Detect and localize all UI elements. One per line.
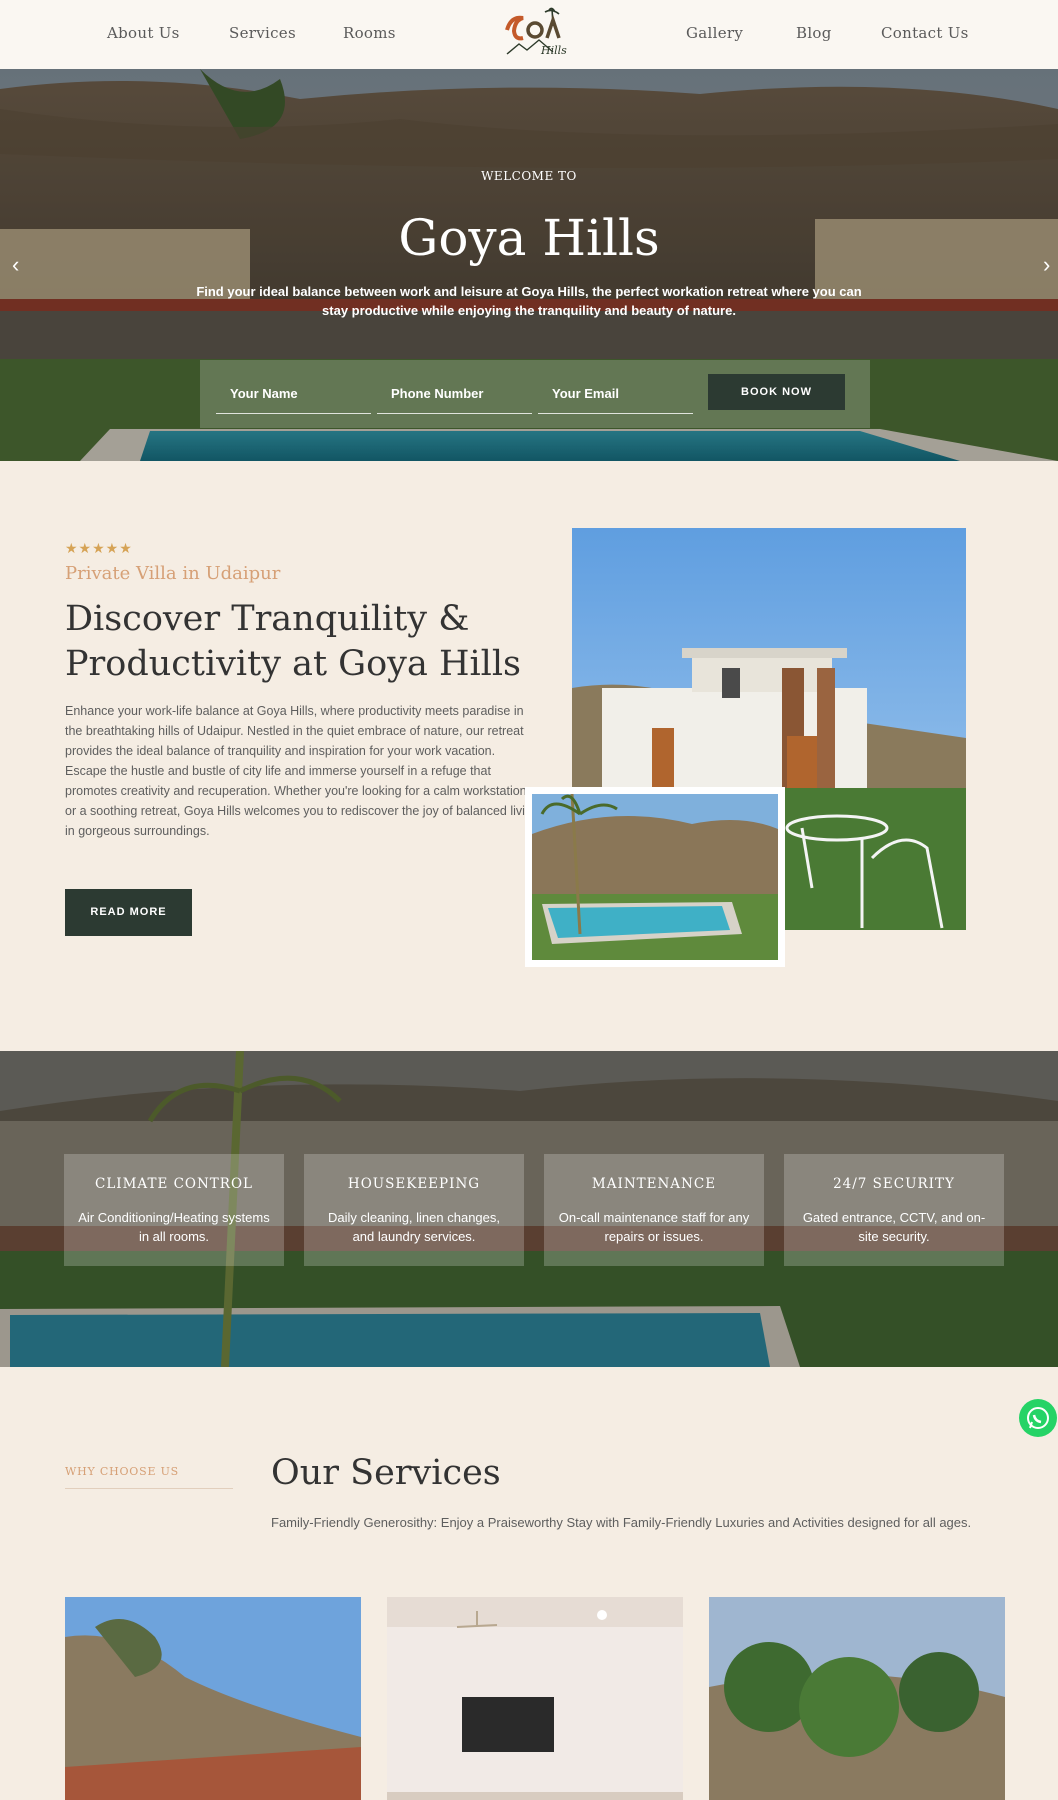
service-card-image[interactable] [65, 1597, 361, 1800]
divider [65, 1488, 233, 1489]
nav-about-us[interactable]: About Us [107, 24, 180, 42]
amenity-description: Gated entrance, CCTV, and on-site securi… [802, 1210, 986, 1244]
chevron-left-icon[interactable]: ‹ [12, 252, 19, 278]
book-now-button[interactable]: BOOK NOW [708, 374, 845, 410]
about-body: Enhance your work-life balance at Goya H… [65, 704, 539, 838]
site-logo[interactable]: Hills [497, 4, 581, 66]
service-card-image[interactable] [387, 1597, 683, 1800]
amenity-title: HOUSEKEEPING [347, 1176, 481, 1192]
nav-blog[interactable]: Blog [796, 24, 832, 42]
logo-graphic: Hills [505, 7, 567, 57]
hero-lead-text: Find your ideal balance between work and… [196, 284, 862, 318]
amenity-description: Daily cleaning, linen changes, and laund… [328, 1210, 500, 1244]
service-photo-room [387, 1597, 683, 1800]
amenity-title: MAINTENANCE [591, 1176, 717, 1192]
nav-services[interactable]: Services [229, 24, 296, 42]
read-more-button[interactable]: READ MORE [65, 889, 192, 936]
email-input[interactable]: Your Email [538, 374, 693, 414]
services-kicker: WHY CHOOSE US [65, 1465, 179, 1478]
nav-rooms[interactable]: Rooms [343, 24, 396, 42]
amenity-description: Air Conditioning/Heating systems in all … [78, 1210, 270, 1244]
service-card-image[interactable] [709, 1597, 1005, 1800]
about-title: Discover Tranquility & Productivity at G… [65, 599, 522, 684]
booking-form: Your Name Phone Number Your Email BOOK N… [200, 360, 870, 428]
amenity-card-housekeeping: HOUSEKEEPING Daily cleaning, linen chang… [304, 1154, 524, 1266]
phone-input[interactable]: Phone Number [377, 374, 532, 414]
services-title: Our Services [271, 1453, 501, 1493]
about-kicker: Private Villa in Udaipur [65, 563, 281, 584]
amenities-section: CLIMATE CONTROL Air Conditioning/Heating… [0, 1051, 1058, 1367]
amenity-title: CLIMATE CONTROL [94, 1176, 254, 1192]
hero-section: WELCOME TO Goya Hills Find your ideal ba… [0, 69, 1058, 461]
hero-title: Goya Hills [398, 209, 660, 267]
name-input[interactable]: Your Name [216, 374, 371, 414]
amenity-description: On-call maintenance staff for any repair… [558, 1210, 750, 1244]
service-photo-trees [709, 1597, 1005, 1800]
amenity-card-maintenance: MAINTENANCE On-call maintenance staff fo… [544, 1154, 764, 1266]
nav-contact-us[interactable]: Contact Us [881, 24, 969, 42]
pool-photo [532, 793, 778, 960]
whatsapp-glyph [1027, 1407, 1049, 1429]
top-navigation: About Us Services Rooms Hills Gallery Bl… [0, 0, 1058, 69]
whatsapp-icon[interactable] [1019, 1399, 1057, 1437]
hero-welcome-text: WELCOME TO [481, 169, 577, 183]
amenity-title: 24/7 SECURITY [833, 1176, 955, 1192]
amenity-card-security: 24/7 SECURITY Gated entrance, CCTV, and … [784, 1154, 1004, 1266]
pool-photo-frame [525, 787, 785, 967]
service-photo-cliff [65, 1597, 361, 1800]
chevron-right-icon[interactable]: › [1043, 252, 1050, 278]
services-subtitle: Family-Friendly Generosithy: Enjoy a Pra… [271, 1515, 972, 1530]
nav-gallery[interactable]: Gallery [686, 24, 743, 42]
rating-stars: ★★★★★ [65, 540, 133, 556]
svg-text:Hills: Hills [540, 44, 567, 57]
amenity-card-climate-control: CLIMATE CONTROL Air Conditioning/Heating… [64, 1154, 284, 1266]
